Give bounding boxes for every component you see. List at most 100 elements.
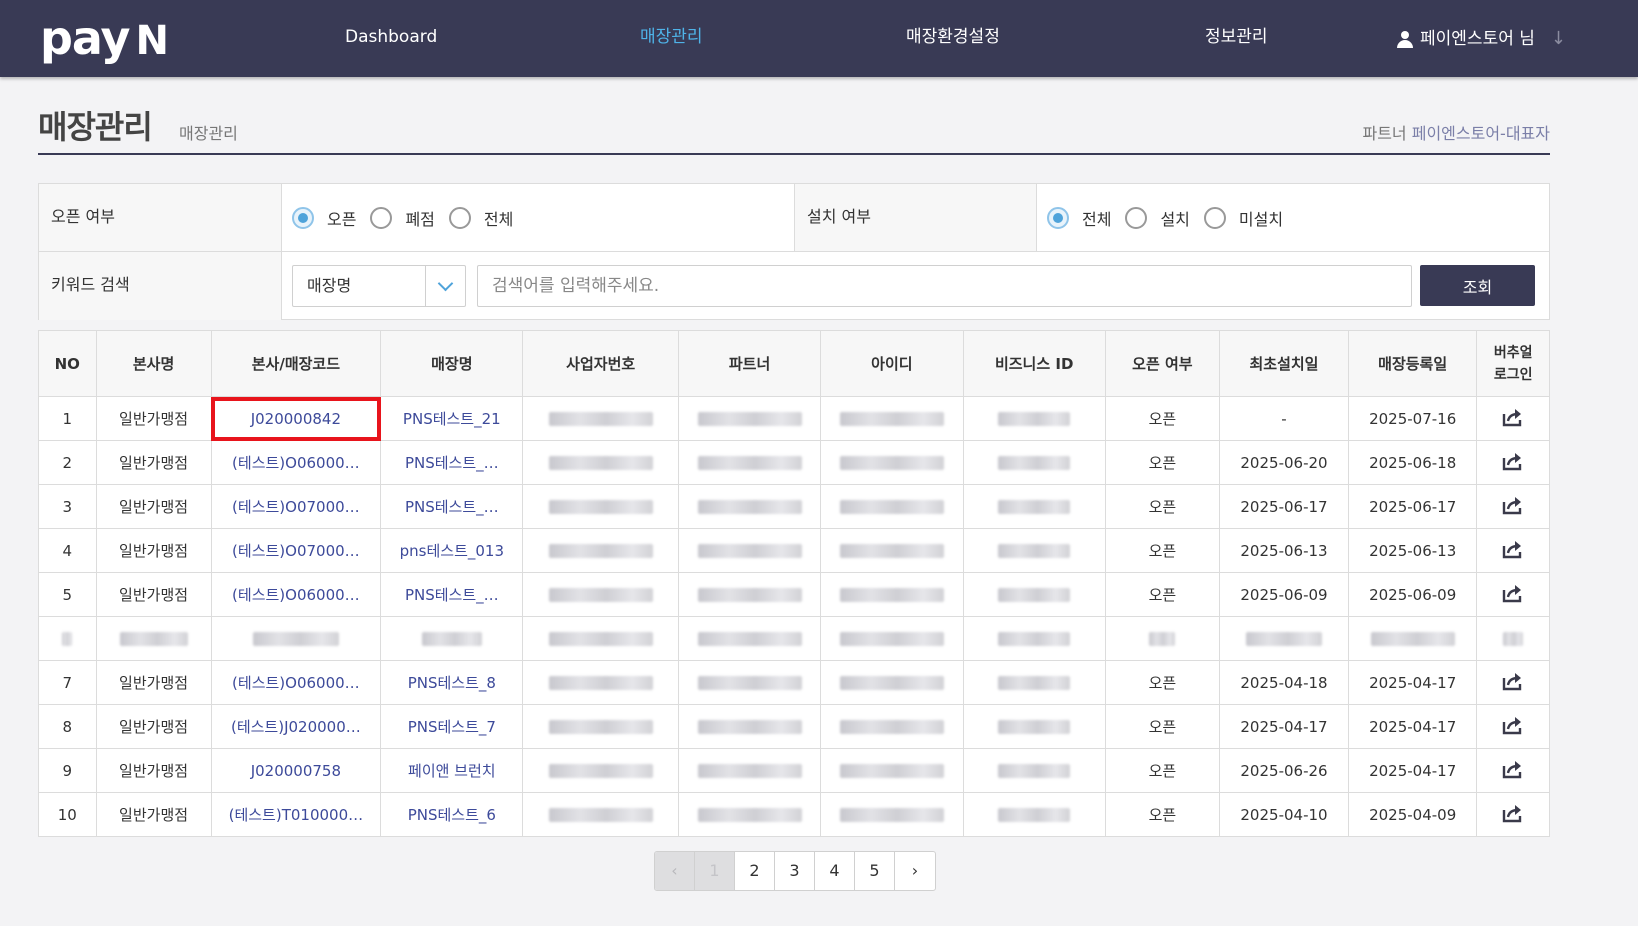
store-name[interactable]: PNS테스트_… [380, 484, 524, 529]
radio-not-installed[interactable]: 미설치 [1203, 206, 1283, 230]
radio-checked-icon [292, 206, 314, 229]
share-out-icon[interactable] [1502, 539, 1524, 559]
page-5[interactable]: 5 [855, 852, 895, 890]
table-row[interactable]: 3 일반가맹점 (테스트)O07000… PNS테스트_… 오픈 2025-06-17 20… [38, 484, 1550, 529]
user-menu[interactable]: 페이엔스토어 님 ↓ [1396, 0, 1566, 77]
share-out-icon[interactable] [1502, 803, 1524, 823]
open-status: 오픈 [1104, 572, 1220, 617]
radio-all[interactable]: 전체 [448, 206, 513, 230]
virtual-login-cell [1476, 792, 1550, 837]
store-name[interactable]: PNS테스트_8 [380, 660, 524, 705]
page-2[interactable]: 2 [735, 852, 775, 890]
business-id-blurred [962, 440, 1106, 485]
open-status-blurred [1104, 616, 1220, 661]
nav-item-info-management[interactable]: 정보관리 [1205, 0, 1268, 77]
store-name[interactable]: pns테스트_013 [380, 528, 524, 573]
nav-item-dashboard[interactable]: Dashboard [345, 0, 437, 77]
partner-label: 파트너 [1362, 124, 1407, 143]
first-install-date: 2025-04-17 [1218, 704, 1350, 749]
chevron-down-icon[interactable] [425, 266, 465, 306]
store-code[interactable]: (테스트)T010000… [210, 792, 382, 837]
radio-open[interactable]: 오픈 [292, 206, 356, 230]
store-name[interactable]: PNS테스트_… [380, 572, 524, 617]
page-title: 매장관리 [38, 108, 153, 146]
store-code[interactable]: J020000842 [210, 396, 382, 441]
business-number-blurred [522, 572, 679, 617]
open-status: 오픈 [1104, 528, 1220, 573]
col-header-business-id: 비즈니스 ID [962, 330, 1106, 397]
search-input[interactable] [477, 265, 1412, 307]
business-number-blurred [522, 792, 679, 837]
partner-blurred [677, 396, 822, 441]
store-code[interactable]: (테스트)O07000… [210, 528, 382, 573]
business-id-blurred [962, 572, 1106, 617]
open-status: 오픈 [1104, 704, 1220, 749]
share-out-icon[interactable] [1502, 451, 1524, 471]
open-status: 오픈 [1104, 440, 1220, 485]
first-install-date: 2025-06-20 [1218, 440, 1350, 485]
open-status: 오픈 [1104, 792, 1220, 837]
page-4[interactable]: 4 [815, 852, 855, 890]
table-row[interactable]: 5 일반가맹점 (테스트)O06000… PNS테스트_… 오픈 2025-06-09 20… [38, 572, 1550, 617]
hq-name: 일반가맹점 [95, 660, 212, 705]
prev-page-button[interactable]: ‹ [655, 852, 695, 890]
virtual-login-cell [1476, 440, 1550, 485]
partner-blurred [677, 748, 822, 793]
store-table: NO 본사명 본사/매장코드 매장명 사업자번호 파트너 아이디 비즈니스 ID… [38, 330, 1550, 837]
store-name[interactable]: PNS테스트_21 [380, 396, 524, 441]
business-id-blurred [962, 748, 1106, 793]
hq-name: 일반가맹점 [95, 484, 212, 529]
open-status: 오픈 [1104, 484, 1220, 529]
table-row[interactable]: 7 일반가맹점 (테스트)O06000… PNS테스트_8 오픈 2025-04-18 20… [38, 660, 1550, 705]
store-code[interactable]: (테스트)O06000… [210, 440, 382, 485]
store-name[interactable]: PNS테스트_7 [380, 704, 524, 749]
page-3[interactable]: 3 [775, 852, 815, 890]
nav-item-store-management[interactable]: 매장관리 [640, 0, 703, 77]
business-id-blurred [962, 660, 1106, 705]
radio-installed[interactable]: 설치 [1125, 206, 1190, 230]
reg-date: 2025-06-17 [1348, 484, 1478, 529]
share-out-icon[interactable] [1502, 495, 1524, 515]
store-name[interactable]: 페이앤 브런치 [380, 748, 524, 793]
share-out-icon[interactable] [1502, 407, 1524, 427]
search-button[interactable]: 조회 [1420, 265, 1535, 306]
store-code[interactable]: (테스트)O06000… [210, 572, 382, 617]
share-out-icon[interactable] [1502, 759, 1524, 779]
table-row[interactable]: 1 일반가맹점 J020000842 PNS테스트_21 오픈 -2025-07-16 [38, 396, 1550, 441]
radio-closed[interactable]: 폐점 [370, 206, 435, 230]
store-name[interactable]: PNS테스트_… [380, 440, 524, 485]
business-number-blurred [522, 396, 679, 441]
nav-item-store-settings[interactable]: 매장환경설정 [906, 0, 1000, 77]
keyword-type-select[interactable]: 매장명 [292, 265, 466, 307]
table-row[interactable]: 10 일반가맹점 (테스트)T010000… PNS테스트_6 오픈 2025-04-10… [38, 792, 1550, 837]
table-row[interactable]: 4 일반가맹점 (테스트)O07000… pns테스트_013 오픈 2025-06-13… [38, 528, 1550, 573]
payn-logo[interactable]: pay N [40, 10, 169, 69]
hq-name: 일반가맹점 [95, 792, 212, 837]
store-code-blurred [210, 616, 382, 661]
page-1[interactable]: 1 [695, 852, 735, 890]
table-header-row: NO 본사명 본사/매장코드 매장명 사업자번호 파트너 아이디 비즈니스 ID… [38, 330, 1550, 397]
business-id-blurred [962, 616, 1106, 661]
store-code[interactable]: (테스트)O06000… [210, 660, 382, 705]
install-status-label: 설치 여부 [794, 184, 1037, 251]
share-out-icon[interactable] [1502, 583, 1524, 603]
share-out-icon[interactable] [1502, 671, 1524, 691]
reg-date: 2025-06-09 [1348, 572, 1478, 617]
store-name[interactable]: PNS테스트_6 [380, 792, 524, 837]
business-id-blurred [962, 792, 1106, 837]
store-code[interactable]: (테스트)O07000… [210, 484, 382, 529]
store-code[interactable]: J020000758 [210, 748, 382, 793]
table-row[interactable] [38, 616, 1550, 661]
virtual-login-cell [1476, 484, 1550, 529]
arrow-down-icon[interactable]: ↓ [1551, 2, 1566, 76]
store-code[interactable]: (테스트)J020000… [210, 704, 382, 749]
partner-blurred [677, 440, 822, 485]
login-id-blurred [820, 396, 964, 441]
table-row[interactable]: 8 일반가맹점 (테스트)J020000… PNS테스트_7 오픈 2025-04-17 2… [38, 704, 1550, 749]
share-out-icon[interactable] [1502, 715, 1524, 735]
table-row[interactable]: 9 일반가맹점 J020000758 페이앤 브런치 오픈 2025-06-26 2025-… [38, 748, 1550, 793]
radio-install-all[interactable]: 전체 [1047, 206, 1111, 230]
table-row[interactable]: 2 일반가맹점 (테스트)O06000… PNS테스트_… 오픈 2025-06-20 20… [38, 440, 1550, 485]
next-page-button[interactable]: › [895, 852, 935, 890]
install-status-radio-group: 전체 설치 미설치 [1047, 184, 1297, 251]
